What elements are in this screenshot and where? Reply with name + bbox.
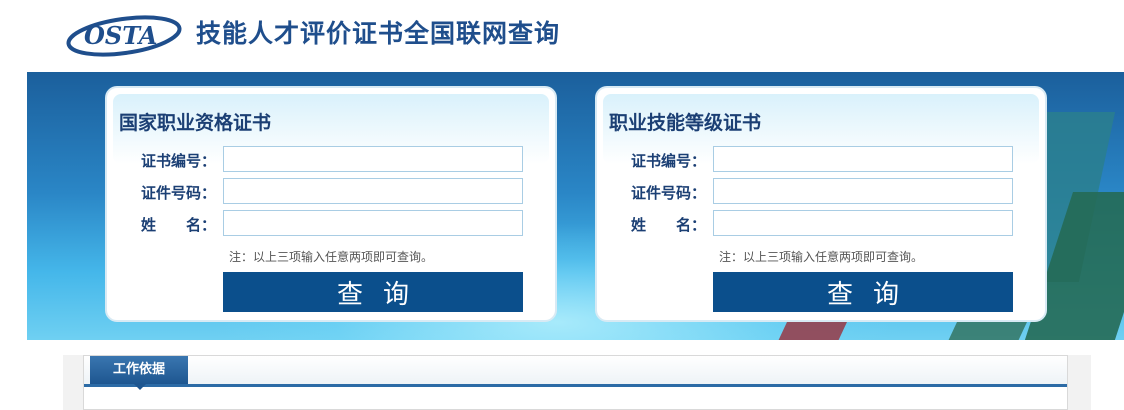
query-note: 注：以上三项输入任意两项即可查询。 — [719, 250, 924, 264]
cert-number-label: 证书编号： — [141, 152, 217, 170]
panel-national-qualification: 国家职业资格证书 证书编号： 证件号码： 姓 名： 注：以上三项输入任意两项即可… — [105, 86, 557, 322]
tab-strip: 工作依据 — [84, 356, 1067, 390]
panel-skill-level: 职业技能等级证书 证书编号： 证件号码： 姓 名： 注：以上三项输入任意两项即可… — [595, 86, 1047, 322]
site-title: 技能人才评价证书全国联网查询 — [196, 19, 561, 48]
name-input[interactable] — [223, 210, 523, 236]
name-input[interactable] — [713, 210, 1013, 236]
id-number-input[interactable] — [223, 178, 523, 204]
cert-number-input[interactable] — [223, 146, 523, 172]
tab-work-basis[interactable]: 工作依据 — [90, 356, 188, 384]
panel-title: 国家职业资格证书 — [119, 112, 272, 134]
osta-logo[interactable]: OSTA — [66, 10, 186, 58]
logo-text: OSTA — [84, 21, 157, 50]
tab-arrow-icon — [134, 384, 146, 390]
query-button[interactable]: 查询 — [223, 272, 523, 312]
cert-number-input[interactable] — [713, 146, 1013, 172]
name-label: 姓 名： — [631, 216, 707, 234]
name-label: 姓 名： — [141, 216, 217, 234]
id-number-label: 证件号码： — [141, 184, 217, 202]
panel-title: 职业技能等级证书 — [609, 112, 762, 134]
info-tab-box: 工作依据 — [83, 355, 1068, 410]
cert-number-label: 证书编号： — [631, 152, 707, 170]
id-number-label: 证件号码： — [631, 184, 707, 202]
query-button[interactable]: 查询 — [713, 272, 1013, 312]
id-number-input[interactable] — [713, 178, 1013, 204]
query-note: 注：以上三项输入任意两项即可查询。 — [229, 250, 434, 264]
site-header: OSTA 技能人才评价证书全国联网查询 — [0, 0, 1124, 72]
